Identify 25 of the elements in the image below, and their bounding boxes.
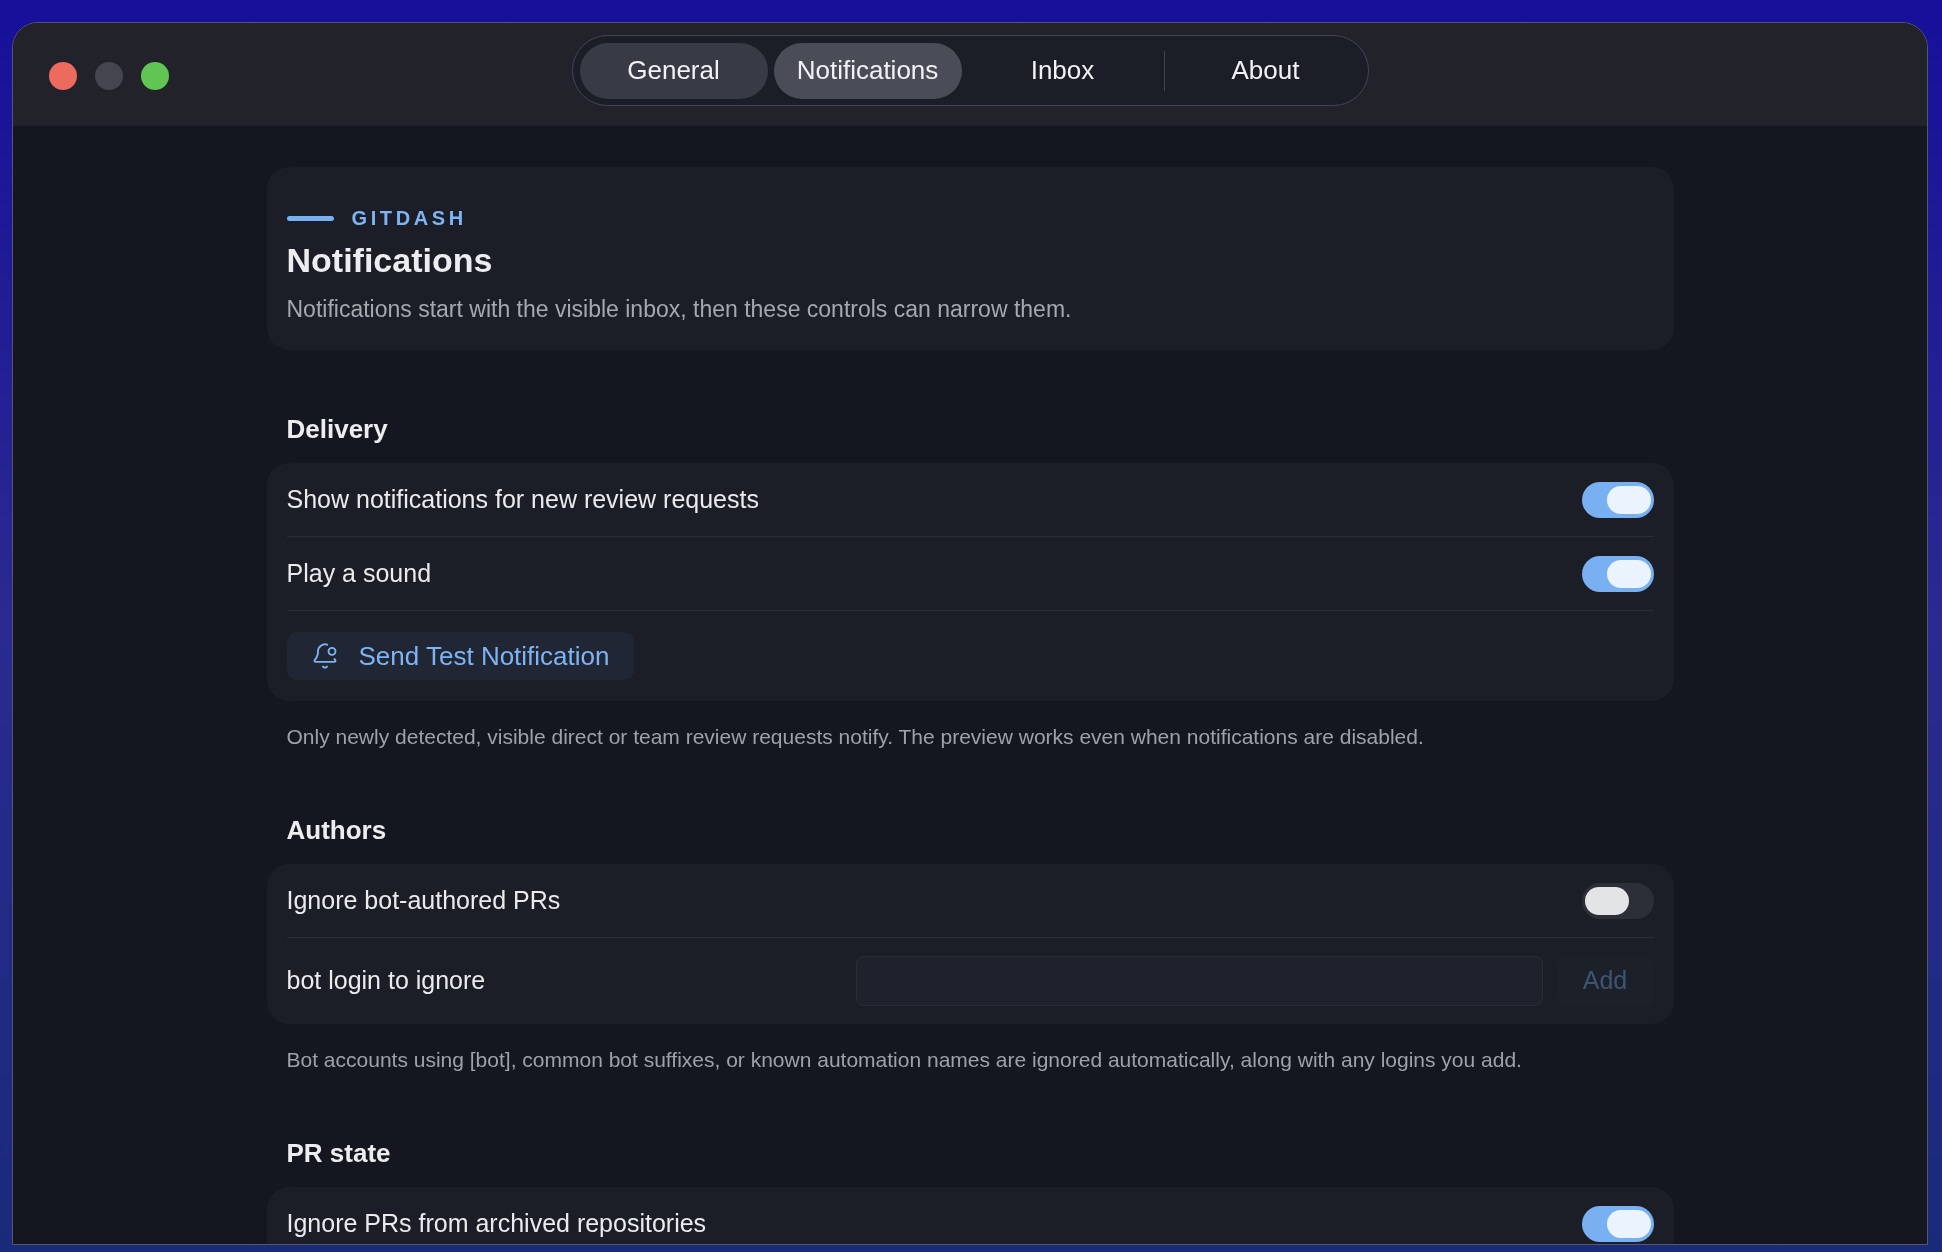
setting-label: Ignore PRs from archived repositories [286,1208,707,1240]
section-note: Only newly detected, visible direct or team review requests notify. The preview works even when notifications are disabled. [285,724,1425,750]
window-control[interactable] [141,62,169,90]
section-note: Bot accounts using [bot], common bot suffixes, or known automation names are ignored automatically, along with any logins you add. [285,1047,1523,1073]
tab[interactable]: Inbox [967,42,1158,99]
setting-label: Ignore bot-authored PRs [286,884,561,916]
tab[interactable]: About [1170,42,1361,99]
toggle-switch[interactable] [1581,882,1654,919]
send-test-button[interactable]: Send Test Notification [286,632,634,680]
setting-label: Show notifications for new review requests [286,483,759,515]
toggle-switch[interactable] [1581,1206,1654,1242]
page-title: Notifications [286,240,494,281]
tab[interactable]: Notifications [773,42,962,99]
section-title: PR state [285,1137,392,1170]
section-title: Authors [285,814,388,847]
toggle-switch[interactable] [1581,555,1654,592]
toggle-switch[interactable] [1581,481,1654,518]
setting-label: Play a sound [286,557,432,589]
setting-label: bot login to ignore [286,965,487,997]
section-title: Delivery [285,413,389,446]
window-control[interactable] [49,62,77,90]
page-description: Notifications start with the visible inbox, then these controls can narrow them. [286,295,1073,324]
eyebrow-label: GITDASH [351,206,467,231]
tab[interactable]: General [579,42,768,99]
accent-bar [286,215,334,221]
